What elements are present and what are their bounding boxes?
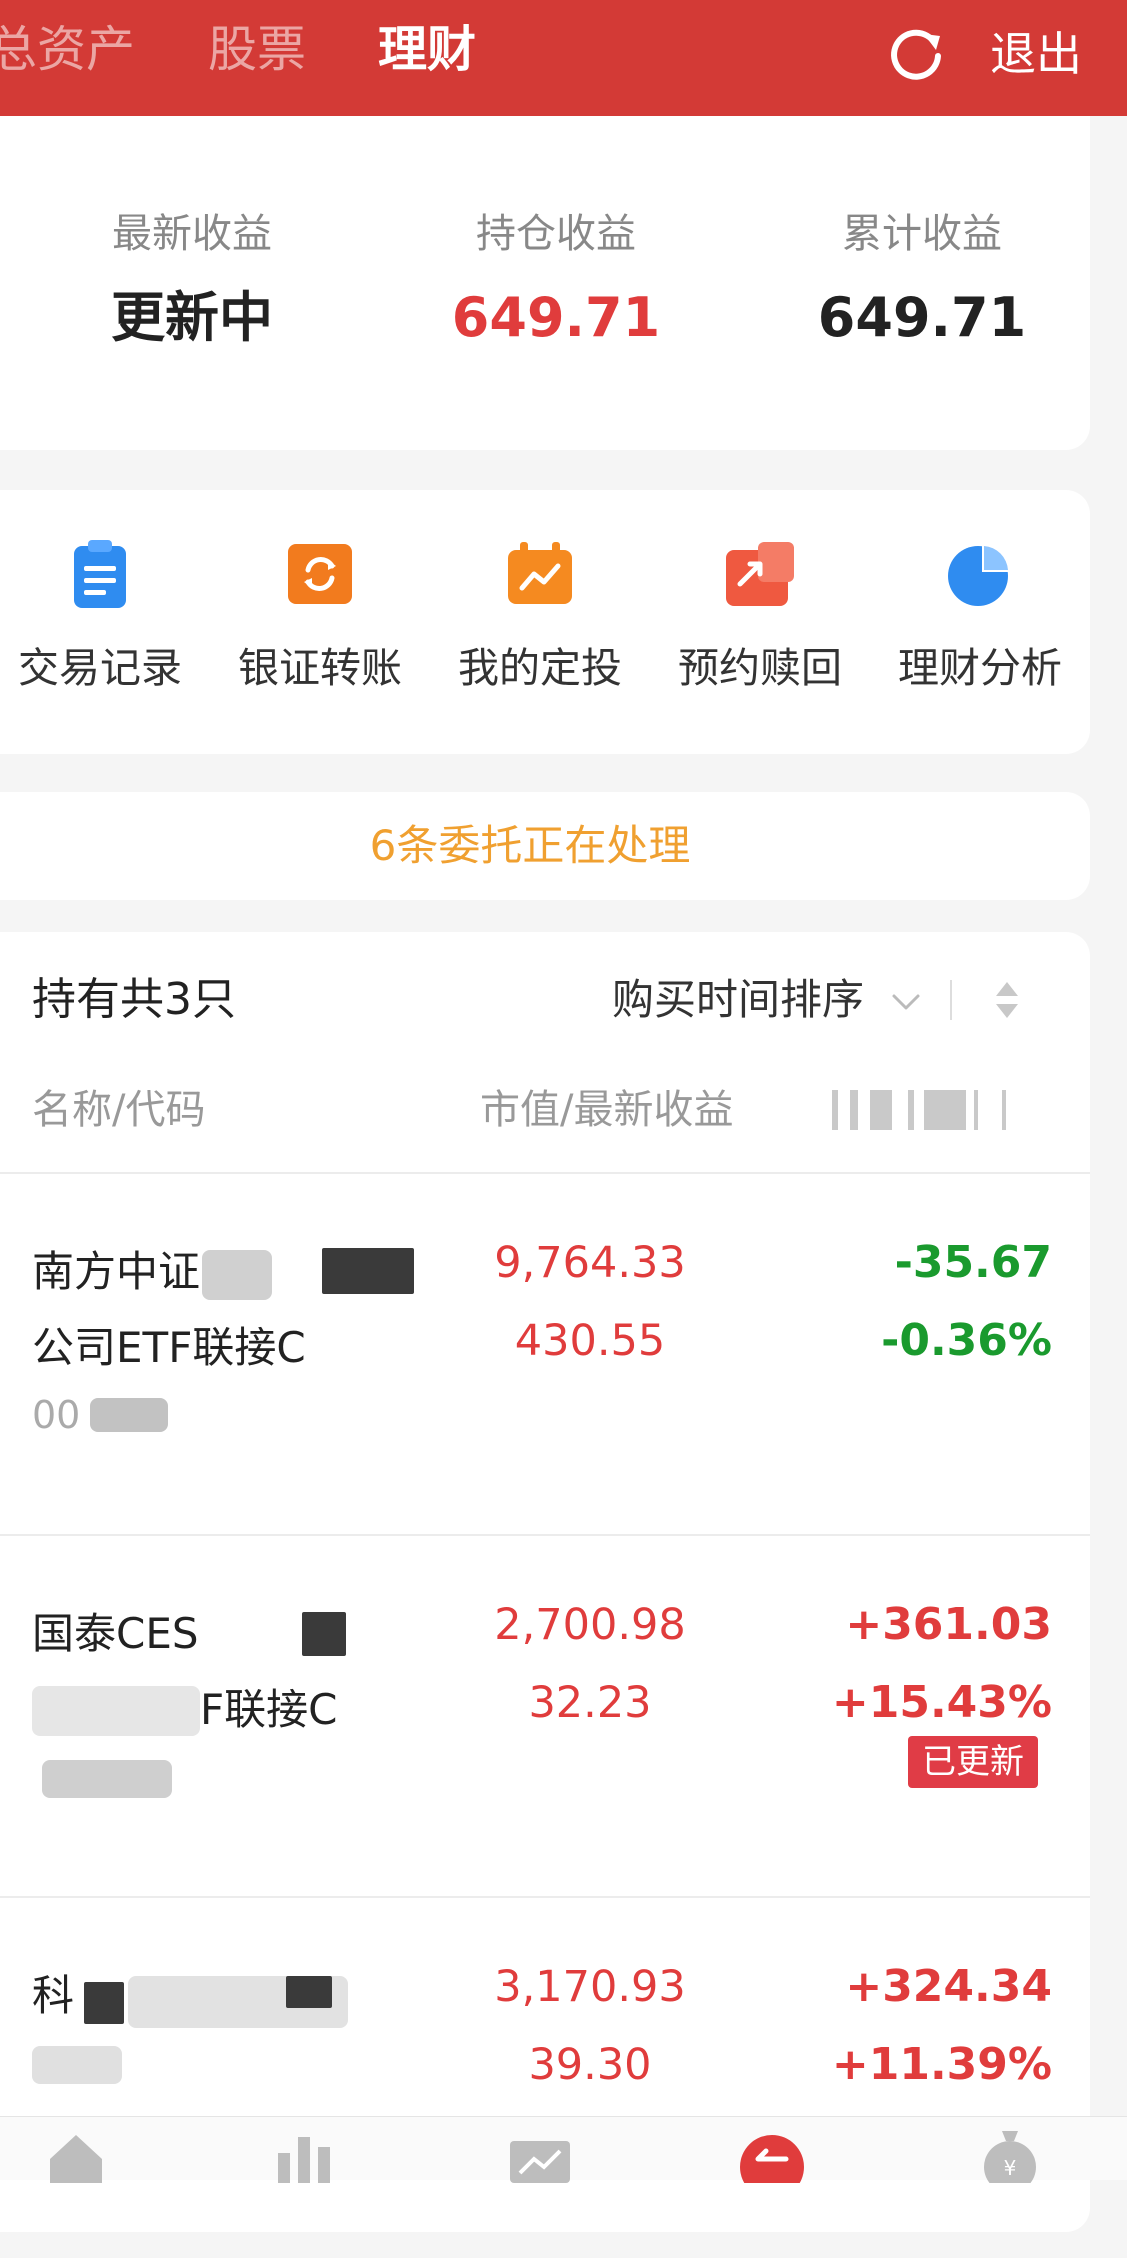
change-amount: +324.34 xyxy=(845,1961,1052,2012)
redaction xyxy=(286,1976,332,2008)
money-bag-icon[interactable]: ¥ xyxy=(970,2123,1050,2193)
fund-values: 2,700.98 32.23 xyxy=(440,1586,740,1742)
tab-wealth-management[interactable]: 理财 xyxy=(378,18,476,82)
shortcuts-card: 交易记录 银证转账 我的定投 预约赎回 理财分析 xyxy=(0,490,1090,754)
fund-name: 南方中证 公司ETF联接C xyxy=(32,1234,452,1386)
change-amount: -35.67 xyxy=(894,1237,1052,1288)
fund-change: -35.67 -0.36% xyxy=(750,1224,1052,1380)
fund-name-line2: F联接C xyxy=(200,1685,338,1734)
fund-name-line2: 公司ETF联接C xyxy=(32,1323,306,1372)
redaction xyxy=(322,1248,414,1294)
shortcut-bank-transfer[interactable]: 银证转账 xyxy=(220,536,420,696)
svg-text:¥: ¥ xyxy=(1004,2156,1017,2180)
fund-name-line1: 科 xyxy=(32,1971,75,2020)
updated-badge: 已更新 xyxy=(908,1736,1038,1788)
cumulative-earnings: 累计收益 649.71 xyxy=(772,206,1072,352)
fund-name-line1: 国泰CES xyxy=(32,1609,199,1658)
latest-earnings-value: 更新中 xyxy=(111,286,273,349)
cumulative-earnings-value: 649.71 xyxy=(817,286,1027,349)
column-header-value: 市值/最新收益 xyxy=(480,1087,734,1133)
exit-button[interactable]: 退出 xyxy=(990,22,1082,86)
fund-row[interactable]: 科 3,170.93 39.30 +324.34 +11.39% xyxy=(0,1898,1090,2258)
redaction xyxy=(32,1686,200,1736)
shortcut-scheduled-redemption[interactable]: 预约赎回 xyxy=(660,536,860,696)
fund-values: 3,170.93 39.30 xyxy=(440,1948,740,2104)
redaction xyxy=(302,1612,346,1656)
fund-row[interactable]: 南方中证 公司ETF联接C 00 9,764.33 430.55 -35.67 … xyxy=(0,1174,1090,1534)
change-amount: +361.03 xyxy=(845,1599,1052,1650)
chevron-down-icon[interactable] xyxy=(886,982,926,1022)
change-percent: -0.36% xyxy=(881,1315,1052,1366)
home-icon[interactable] xyxy=(36,2123,116,2183)
clipboard-icon xyxy=(62,536,138,612)
tab-total-assets[interactable]: 总资产 xyxy=(0,18,135,82)
bottom-navigation: ¥ xyxy=(0,2116,1127,2199)
holding-earnings-label: 持仓收益 xyxy=(476,211,636,257)
column-header-name: 名称/代码 xyxy=(32,1087,206,1133)
latest-income: 32.23 xyxy=(528,1678,652,1728)
latest-income: 39.30 xyxy=(528,2040,652,2090)
shortcut-trade-records[interactable]: 交易记录 xyxy=(0,536,200,696)
latest-earnings: 最新收益 更新中 xyxy=(42,206,342,352)
transfer-icon xyxy=(282,536,358,612)
trade-icon[interactable] xyxy=(732,2123,812,2199)
latest-earnings-label: 最新收益 xyxy=(112,211,272,257)
top-bar: 总资产 股票 理财 退出 xyxy=(0,0,1127,116)
latest-income: 430.55 xyxy=(514,1316,666,1366)
divider xyxy=(950,980,952,1020)
cumulative-earnings-label: 累计收益 xyxy=(842,211,1002,257)
holding-earnings-value: 649.71 xyxy=(451,286,661,349)
shortcut-label: 理财分析 xyxy=(898,644,1062,692)
shortcut-label: 我的定投 xyxy=(458,644,622,692)
shortcut-my-investment-plan[interactable]: 我的定投 xyxy=(440,536,640,696)
redaction xyxy=(90,1398,168,1432)
pending-orders-notice[interactable]: 6条委托正在处理 xyxy=(0,792,1090,900)
shortcut-wealth-analysis[interactable]: 理财分析 xyxy=(880,536,1080,696)
fund-change: +324.34 +11.39% xyxy=(750,1948,1052,2104)
holdings-count-title: 持有共3只 xyxy=(32,974,236,1025)
shortcut-label: 银证转账 xyxy=(238,644,402,692)
market-value: 3,170.93 xyxy=(494,1962,686,2012)
sort-order-icon[interactable] xyxy=(992,978,1022,1022)
holding-earnings: 持仓收益 649.71 xyxy=(406,206,706,352)
fund-code: 00 xyxy=(32,1390,168,1440)
obscured-column-header xyxy=(832,1090,1012,1130)
redaction xyxy=(42,1760,172,1798)
redaction xyxy=(32,2046,122,2084)
refresh-icon[interactable] xyxy=(884,22,948,86)
fund-name-line1: 南方中证 xyxy=(32,1247,201,1296)
calendar-chart-icon xyxy=(502,536,578,612)
shortcut-label: 预约赎回 xyxy=(678,644,842,692)
earnings-summary-card: 最新收益 更新中 持仓收益 649.71 累计收益 649.71 xyxy=(0,116,1090,450)
trend-icon[interactable] xyxy=(500,2123,580,2183)
fund-name: 科 xyxy=(32,1958,452,2034)
fund-row[interactable]: 国泰CES F联接C 2,700.98 32.23 +361.03 +15.43… xyxy=(0,1536,1090,1896)
redaction xyxy=(84,1982,124,2024)
tab-stocks[interactable]: 股票 xyxy=(208,18,306,82)
pie-chart-icon xyxy=(942,536,1018,612)
redaction xyxy=(202,1250,272,1300)
market-value: 9,764.33 xyxy=(494,1238,686,1288)
holdings-card: 持有共3只 购买时间排序 名称/代码 市值/最新收益 南方中证 公司ETF联接C… xyxy=(0,932,1090,2232)
sort-dropdown[interactable]: 购买时间排序 xyxy=(612,970,864,1030)
fund-name: 国泰CES F联接C xyxy=(32,1596,452,1772)
pending-orders-text[interactable]: 6条委托正在处理 xyxy=(0,818,1090,874)
market-value: 2,700.98 xyxy=(494,1600,686,1650)
change-percent: +11.39% xyxy=(831,2039,1052,2090)
redeem-icon xyxy=(722,536,798,612)
shortcut-label: 交易记录 xyxy=(18,644,182,692)
change-percent: +15.43% xyxy=(831,1677,1052,1728)
fund-change: +361.03 +15.43% xyxy=(750,1586,1052,1742)
fund-values: 9,764.33 430.55 xyxy=(440,1224,740,1380)
bar-chart-icon[interactable] xyxy=(268,2123,348,2183)
